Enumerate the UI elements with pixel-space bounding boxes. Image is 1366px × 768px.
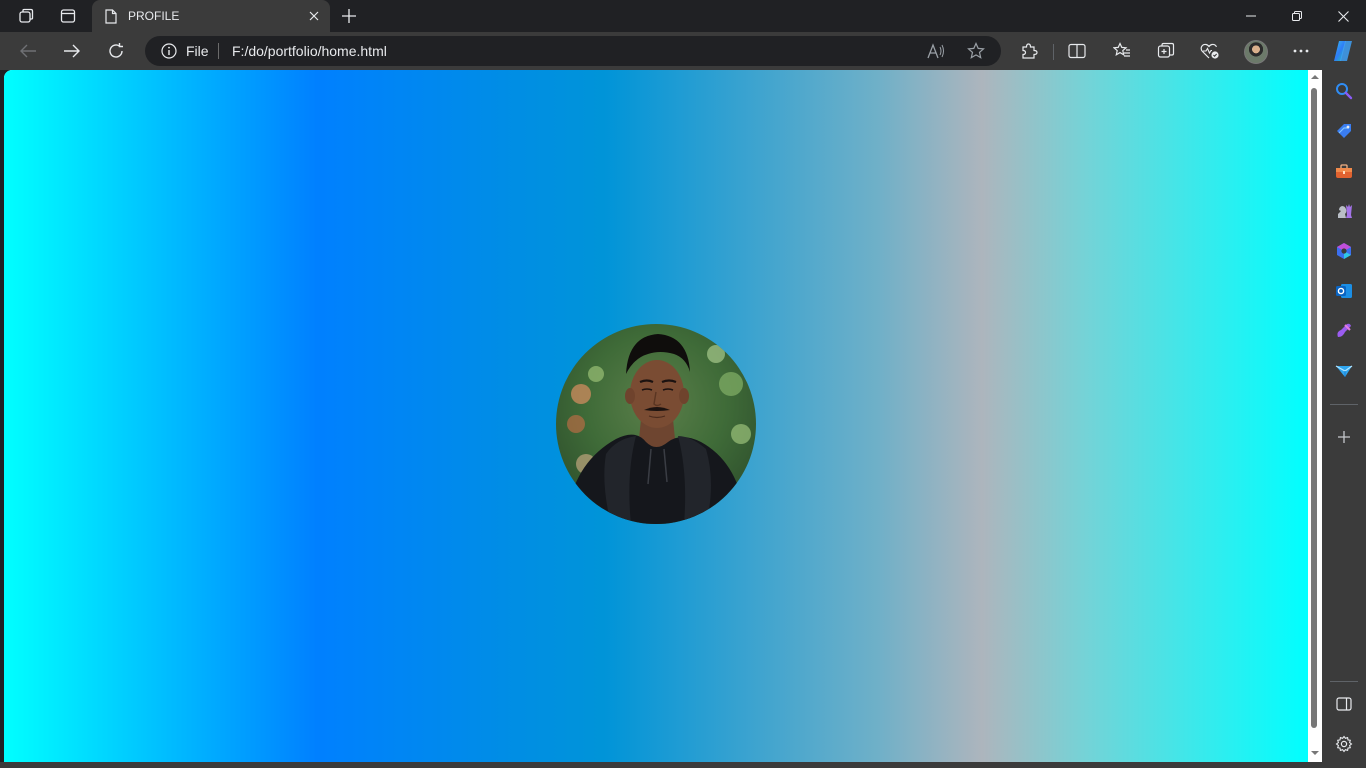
forward-arrow-icon — [64, 44, 80, 58]
sidebar-games-button[interactable] — [1332, 199, 1356, 223]
profile-picture-image — [556, 324, 756, 524]
address-bar[interactable]: File F:/do/portfolio/home.html — [145, 36, 1001, 66]
sidebar-shopping-button[interactable] — [1332, 119, 1356, 143]
split-screen-button[interactable] — [1064, 38, 1090, 64]
sidebar-drop-button[interactable] — [1332, 359, 1356, 383]
copilot-icon — [1334, 41, 1352, 61]
favorites-button[interactable] — [1109, 38, 1135, 64]
tab-title: PROFILE — [128, 9, 180, 23]
paper-plane-icon — [1335, 365, 1353, 377]
microsoft-365-icon — [1337, 243, 1351, 259]
browser-viewport — [4, 70, 1322, 762]
minimize-button[interactable] — [1228, 0, 1274, 32]
scrollbar-thumb[interactable] — [1311, 88, 1317, 728]
close-tab-button[interactable] — [302, 4, 326, 28]
scroll-up-arrow-icon[interactable] — [1310, 72, 1320, 82]
plus-icon — [1338, 431, 1350, 443]
title-bar: PROFILE — [0, 0, 1366, 32]
sidebar-separator-bottom — [1330, 681, 1358, 682]
puzzle-icon — [1022, 43, 1038, 59]
site-info-label[interactable]: File — [186, 43, 209, 59]
read-aloud-icon — [927, 43, 944, 59]
info-icon[interactable] — [161, 43, 177, 59]
refresh-button[interactable] — [100, 35, 132, 67]
sidebar-designer-button[interactable] — [1332, 319, 1356, 343]
back-arrow-icon — [20, 44, 36, 58]
extensions-button[interactable] — [1016, 38, 1042, 64]
gear-icon — [1335, 735, 1353, 753]
outlook-icon — [1336, 284, 1352, 298]
hide-sidebar-button[interactable] — [1332, 692, 1356, 716]
workspaces-button[interactable] — [6, 0, 46, 32]
toolbar: File F:/do/portfolio/home.html — [0, 32, 1366, 70]
new-tab-button[interactable] — [334, 0, 364, 32]
copilot-button[interactable] — [1330, 38, 1356, 64]
edge-sidebar — [1322, 70, 1366, 768]
tab-profile[interactable]: PROFILE — [92, 0, 330, 32]
toolbar-separator — [1053, 44, 1054, 60]
close-icon — [309, 11, 319, 21]
search-icon — [1336, 83, 1353, 100]
sidebar-tools-button[interactable] — [1332, 159, 1356, 183]
designer-icon — [1337, 323, 1351, 337]
chess-piece-icon — [1338, 204, 1352, 218]
sidebar-microsoft-365-button[interactable] — [1332, 239, 1356, 263]
scroll-down-arrow-icon[interactable] — [1310, 748, 1320, 758]
browser-essentials-button[interactable] — [1197, 38, 1223, 64]
shopping-tag-icon — [1337, 124, 1351, 138]
document-icon — [103, 8, 119, 24]
tab-actions-icon — [60, 9, 76, 23]
refresh-icon — [109, 43, 123, 58]
page-background — [4, 70, 1308, 762]
close-window-button[interactable] — [1320, 0, 1366, 32]
sidebar-add-button[interactable] — [1332, 425, 1356, 449]
favorites-icon — [1113, 42, 1130, 57]
profile-photo — [556, 324, 756, 524]
favorite-button[interactable] — [966, 41, 986, 61]
sidebar-settings-button[interactable] — [1332, 732, 1356, 756]
collections-icon — [1157, 42, 1175, 58]
back-button[interactable] — [12, 35, 44, 67]
minimize-icon — [1246, 15, 1256, 17]
collections-button[interactable] — [1153, 38, 1179, 64]
profile-avatar[interactable] — [1244, 40, 1268, 64]
restore-button[interactable] — [1274, 0, 1320, 32]
sidebar-outlook-button[interactable] — [1332, 279, 1356, 303]
workspaces-icon — [19, 8, 34, 23]
close-icon — [1337, 10, 1349, 22]
plus-icon — [342, 9, 356, 23]
forward-button[interactable] — [56, 35, 88, 67]
sidebar-panel-icon — [1336, 697, 1352, 711]
window-bottom-edge — [0, 762, 1366, 768]
settings-and-more-button[interactable] — [1288, 38, 1314, 64]
sidebar-separator — [1330, 404, 1358, 405]
heart-icon — [1200, 43, 1219, 59]
more-icon — [1293, 49, 1309, 53]
star-icon — [967, 42, 985, 59]
split-screen-icon — [1068, 43, 1086, 59]
read-aloud-button[interactable] — [926, 41, 946, 61]
url-text[interactable]: F:/do/portfolio/home.html — [232, 43, 387, 59]
address-separator — [218, 43, 219, 59]
toolbox-icon — [1336, 164, 1352, 178]
restore-icon — [1292, 11, 1302, 21]
sidebar-search-button[interactable] — [1332, 79, 1356, 103]
tab-actions-button[interactable] — [48, 0, 88, 32]
